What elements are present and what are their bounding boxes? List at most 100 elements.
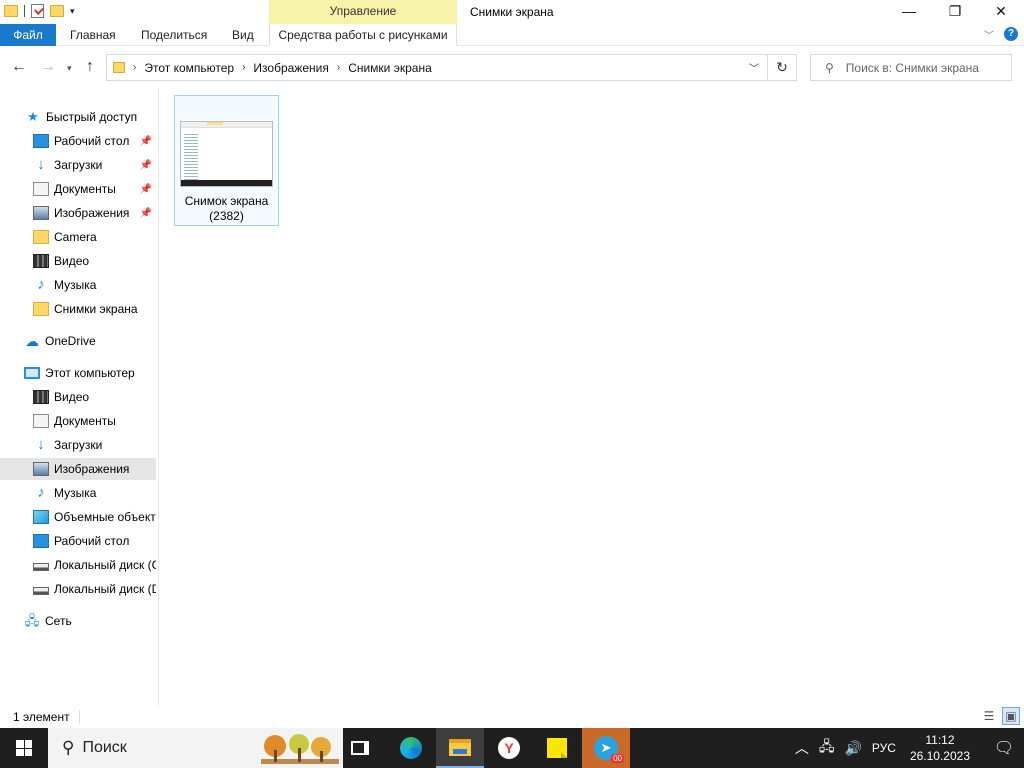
breadcrumb-pictures[interactable]: Изображения — [253, 61, 328, 75]
up-arrow-icon[interactable]: ↑ — [86, 58, 94, 76]
yandex-browser-button[interactable]: Y — [485, 728, 533, 768]
taskbar: ⚲ Поиск Y ➤ 00 ︿ 🖧 🔊 РУС 11:12 26.10.202… — [0, 728, 1024, 768]
search-box[interactable]: ⚲ Поиск в: Снимки экрана — [810, 54, 1012, 81]
nav-label: Загрузки — [54, 438, 103, 452]
nav-item-documents[interactable]: Документы 📌 — [0, 178, 156, 200]
details-view-icon[interactable]: ☰ — [980, 707, 998, 725]
download-icon: ↓ — [37, 436, 45, 453]
download-icon: ↓ — [37, 156, 45, 173]
pane-divider[interactable] — [158, 88, 159, 706]
nav-label: Локальный диск (C:) — [54, 558, 156, 572]
nav-label: Camera — [54, 230, 97, 244]
nav-item-pictures[interactable]: Изображения 📌 — [0, 202, 156, 224]
sticky-notes-icon — [547, 738, 567, 758]
pictures-icon — [33, 206, 49, 220]
recent-locations-icon[interactable]: ▾ — [67, 63, 72, 74]
nav-item-music[interactable]: ♪ Музыка — [0, 274, 156, 296]
close-button[interactable]: ✕ — [978, 0, 1024, 22]
tab-home[interactable]: Главная — [70, 24, 116, 46]
nav-label: Изображения — [54, 462, 130, 476]
nav-quick-access[interactable]: ★ Быстрый доступ — [0, 106, 156, 128]
notification-badge: 00 — [611, 754, 624, 763]
expand-ribbon-icon[interactable]: ﹀ — [984, 27, 994, 42]
context-tab-manage[interactable]: Управление — [269, 0, 457, 24]
nav-pc-pictures[interactable]: Изображения — [0, 458, 156, 480]
pin-icon[interactable]: 📌 — [140, 208, 152, 219]
task-view-button[interactable] — [336, 728, 384, 768]
tab-picture-tools[interactable]: Средства работы с рисунками — [269, 24, 457, 46]
help-icon[interactable]: ? — [1004, 27, 1018, 41]
customize-toolbar-icon[interactable]: ▾ — [70, 6, 75, 17]
nav-item-camera[interactable]: Camera — [0, 226, 156, 248]
breadcrumb-screenshots[interactable]: Снимки экрана — [348, 61, 432, 75]
nav-label: Рабочий стол — [54, 534, 130, 548]
nav-item-video[interactable]: Видео — [0, 250, 156, 272]
file-name-line: Снимок экрана — [184, 194, 269, 208]
address-dropdown-icon[interactable]: ﹀ — [749, 60, 759, 75]
nav-pc-desktop[interactable]: Рабочий стол — [0, 530, 156, 552]
large-icons-view-icon[interactable]: ▣ — [1002, 707, 1020, 725]
pin-icon[interactable]: 📌 — [140, 160, 152, 171]
file-item[interactable]: Снимок экрана (2382) — [174, 95, 279, 226]
volume-icon[interactable]: 🔊 — [844, 740, 861, 757]
telegram-button[interactable]: ➤ 00 — [582, 728, 630, 768]
nav-pc-video[interactable]: Видео — [0, 386, 156, 408]
back-arrow-icon[interactable]: ← — [11, 58, 27, 76]
network-icon: 🖧 — [24, 613, 40, 628]
show-hidden-icons-icon[interactable]: ︿ — [795, 738, 809, 758]
item-count: 1 элемент — [13, 710, 70, 724]
edge-button[interactable] — [387, 728, 435, 768]
file-name: Снимок экрана (2382) — [175, 194, 278, 224]
star-icon: ★ — [27, 109, 39, 124]
address-bar[interactable]: › Этот компьютер › Изображения › Снимки … — [106, 54, 768, 81]
nav-label: Сеть — [45, 614, 72, 628]
tab-view[interactable]: Вид — [232, 24, 254, 46]
file-explorer-button[interactable] — [436, 728, 484, 768]
chevron-right-icon[interactable]: › — [337, 62, 340, 73]
nav-network[interactable]: 🖧 Сеть — [0, 610, 156, 632]
nav-pc-music[interactable]: ♪ Музыка — [0, 482, 156, 504]
nav-pc-drive-c[interactable]: Локальный диск (C:) — [0, 554, 156, 576]
taskbar-search[interactable]: ⚲ Поиск — [48, 728, 343, 768]
nav-pc-downloads[interactable]: ↓ Загрузки — [0, 434, 156, 456]
properties-icon[interactable] — [31, 4, 44, 18]
tab-file[interactable]: Файл — [0, 24, 56, 46]
3d-objects-icon — [33, 510, 49, 524]
separator — [79, 710, 80, 724]
nav-pc-3d-objects[interactable]: Объемные объекты — [0, 506, 156, 528]
chevron-right-icon[interactable]: › — [242, 62, 245, 73]
tab-share[interactable]: Поделиться — [141, 24, 207, 46]
nav-onedrive[interactable]: ☁ OneDrive — [0, 330, 156, 352]
nav-label: Загрузки — [54, 158, 103, 172]
nav-item-desktop[interactable]: Рабочий стол 📌 — [0, 130, 156, 152]
maximize-button[interactable]: ❐ — [932, 0, 978, 22]
network-icon[interactable]: 🖧 — [819, 736, 835, 760]
pin-icon[interactable]: 📌 — [140, 136, 152, 147]
nav-item-screenshots[interactable]: Снимки экрана — [0, 298, 156, 320]
chevron-right-icon[interactable]: › — [133, 62, 136, 73]
task-view-icon — [351, 741, 369, 755]
desktop-icon — [33, 134, 49, 148]
sticky-notes-button[interactable] — [533, 728, 581, 768]
nav-label: OneDrive — [45, 334, 96, 348]
drive-icon — [33, 563, 49, 571]
nav-this-pc[interactable]: Этот компьютер — [0, 362, 156, 384]
forward-arrow-icon[interactable]: → — [40, 58, 56, 76]
new-folder-icon[interactable] — [50, 5, 64, 17]
minimize-button[interactable]: — — [886, 0, 932, 22]
breadcrumb-this-pc[interactable]: Этот компьютер — [144, 61, 234, 75]
folder-icon — [113, 62, 125, 73]
nav-pc-drive-d[interactable]: Локальный диск (D:) — [0, 578, 156, 600]
nav-pc-documents[interactable]: Документы — [0, 410, 156, 432]
window-title: Снимки экрана — [470, 5, 554, 19]
nav-item-downloads[interactable]: ↓ Загрузки 📌 — [0, 154, 156, 176]
search-input[interactable]: Поиск в: Снимки экрана — [846, 61, 979, 75]
notification-center-icon[interactable]: 🗨 — [984, 728, 1024, 768]
refresh-icon[interactable]: ↻ — [768, 54, 797, 81]
drive-icon — [33, 587, 49, 595]
language-indicator[interactable]: РУС — [872, 741, 896, 755]
start-button[interactable] — [0, 728, 48, 768]
nav-label: Видео — [54, 390, 90, 404]
pin-icon[interactable]: 📌 — [140, 184, 152, 195]
clock[interactable]: 11:12 26.10.2023 — [910, 732, 970, 764]
